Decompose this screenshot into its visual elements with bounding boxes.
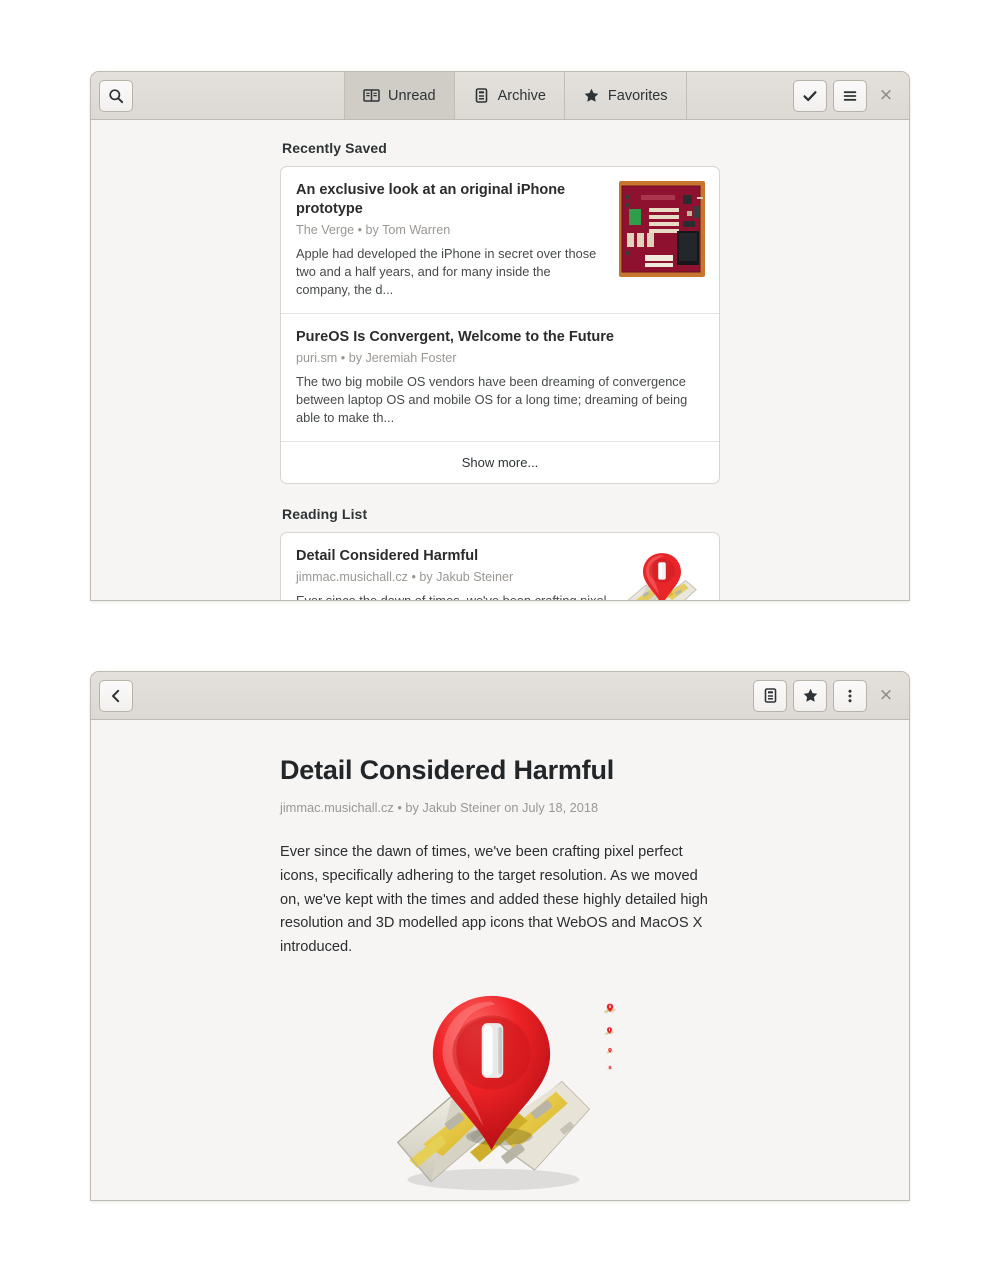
article-paragraph: Ever since the dawn of times, we've been… — [280, 844, 708, 955]
back-button[interactable] — [99, 679, 133, 712]
list-item-excerpt: Apple had developed the iPhone in secret… — [296, 245, 597, 297]
article-meta: jimmac.musichall.cz • by Jakub Steiner o… — [280, 800, 599, 816]
close-button[interactable]: × — [871, 681, 901, 711]
star-icon — [802, 687, 819, 704]
tab-archive[interactable]: Archive — [453, 72, 565, 119]
mark-read-button[interactable] — [793, 79, 827, 112]
map-pin-icon-16 — [605, 1047, 613, 1054]
archive-button[interactable] — [753, 679, 787, 712]
tab-favorites[interactable]: Favorites — [563, 72, 687, 119]
list-item[interactable]: An exclusive look at an original iPhone … — [281, 167, 719, 313]
article-headerbar: × — [91, 672, 909, 720]
map-pin-icon-24 — [604, 1026, 615, 1035]
three-dots-vertical-icon — [842, 688, 858, 704]
close-icon: × — [878, 685, 894, 705]
list-item-excerpt: Ever since the dawn of times, we've been… — [296, 592, 607, 600]
list-item-meta: jimmac.musichall.cz • by Jakub Steiner — [296, 570, 514, 585]
screenshot-stage: Unread Archive Favorites × Recently Save… — [0, 0, 1000, 1270]
favorite-button[interactable] — [793, 679, 827, 712]
open-book-icon — [363, 87, 380, 104]
close-button[interactable]: × — [871, 81, 901, 111]
list-column: Recently Saved An exclusive look at an o… — [280, 120, 720, 600]
list-item-text: An exclusive look at an original iPhone … — [296, 181, 607, 299]
article-reader-window: × Detail Considered Harmful jimmac.music… — [90, 671, 910, 1201]
check-icon — [802, 88, 818, 104]
section-title-recently-saved: Recently Saved — [282, 140, 387, 156]
list-item-meta: The Verge • by Tom Warren — [296, 223, 451, 238]
article-list-window: Unread Archive Favorites × Recently Save… — [90, 71, 910, 601]
map-pin-icon-8 — [606, 1065, 613, 1070]
archive-box-icon — [762, 687, 779, 704]
scaled-icon-copies — [603, 988, 617, 1071]
list-item-text: PureOS Is Convergent, Welcome to the Fut… — [296, 328, 705, 427]
show-more-button[interactable]: Show more... — [281, 441, 719, 483]
list-item-title: PureOS Is Convergent, Welcome to the Fut… — [296, 329, 614, 346]
chevron-left-icon — [108, 688, 124, 704]
list-item-text: Detail Considered Harmful jimmac.musicha… — [296, 547, 607, 600]
article-content: Detail Considered Harmful jimmac.musicha… — [91, 720, 909, 1200]
section-title-reading-list: Reading List — [282, 506, 368, 523]
list-content: Recently Saved An exclusive look at an o… — [91, 120, 909, 600]
archive-box-icon — [473, 87, 490, 104]
article-body-wrap: Detail Considered Harmful jimmac.musicha… — [91, 720, 909, 1200]
list-item-title: Detail Considered Harmful — [296, 548, 479, 565]
tab-archive-label: Archive — [497, 87, 546, 104]
map-pin-on-folded-map-illustration — [384, 988, 599, 1200]
star-icon — [583, 87, 600, 104]
article-figure — [280, 988, 720, 1200]
close-icon: × — [878, 85, 894, 105]
map-pin-icon-32 — [603, 1003, 616, 1014]
search-icon — [108, 88, 124, 104]
reading-list-card: Detail Considered Harmful jimmac.musicha… — [280, 532, 720, 600]
tab-unread[interactable]: Unread — [344, 72, 455, 119]
list-headerbar: Unread Archive Favorites × — [91, 72, 909, 120]
view-tabs: Unread Archive Favorites — [344, 72, 687, 119]
search-button[interactable] — [99, 79, 133, 112]
list-item-thumbnail — [619, 181, 705, 277]
list-item-meta: puri.sm • by Jeremiah Foster — [296, 351, 457, 366]
tab-favorites-label: Favorites — [607, 87, 668, 104]
list-item-excerpt: The two big mobile OS vendors have been … — [296, 373, 688, 425]
list-item[interactable]: Detail Considered Harmful jimmac.musicha… — [281, 533, 719, 600]
article-title: Detail Considered Harmful — [280, 755, 615, 785]
list-item-thumbnail — [619, 547, 705, 600]
list-item-title: An exclusive look at an original iPhone … — [296, 182, 566, 218]
article-column: Detail Considered Harmful jimmac.musicha… — [280, 754, 720, 1200]
list-item[interactable]: PureOS Is Convergent, Welcome to the Fut… — [281, 313, 719, 441]
menu-button[interactable] — [833, 79, 867, 112]
hamburger-icon — [842, 88, 858, 104]
overflow-menu-button[interactable] — [833, 679, 867, 712]
recently-saved-card: An exclusive look at an original iPhone … — [280, 166, 720, 485]
tab-unread-label: Unread — [388, 87, 436, 104]
